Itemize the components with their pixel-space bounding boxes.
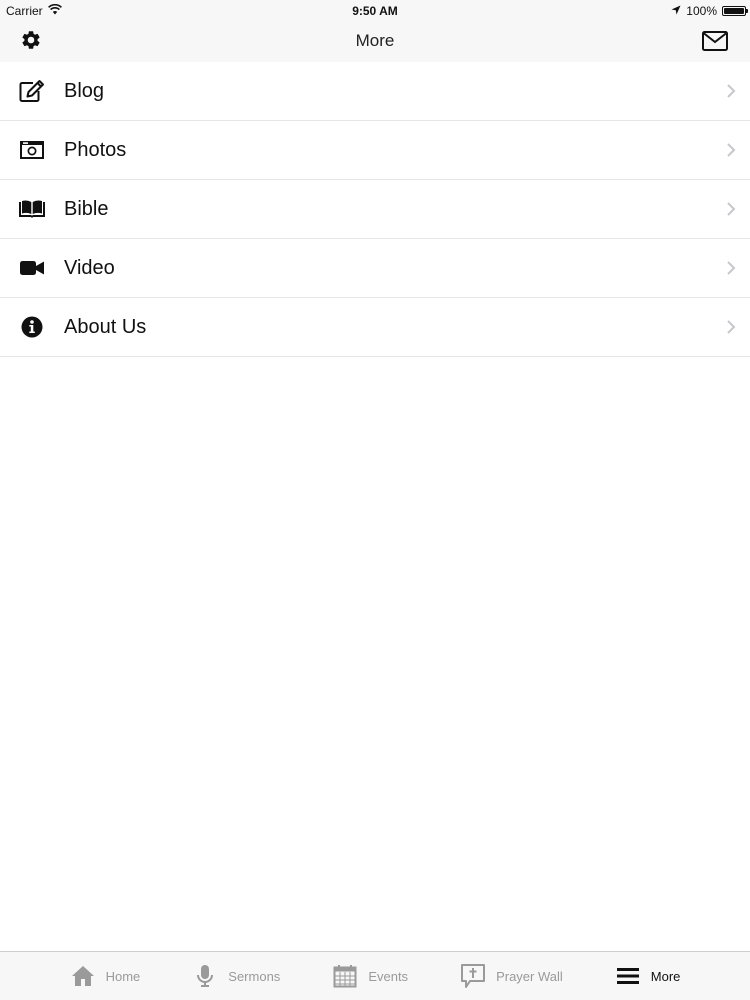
tab-prayer-wall[interactable]: Prayer Wall: [434, 952, 589, 1000]
chevron-right-icon: [726, 83, 736, 99]
tab-label: More: [650, 968, 681, 984]
menu-item-label: Video: [64, 256, 115, 279]
home-icon: [70, 963, 96, 989]
book-icon: [18, 195, 46, 223]
menu-item-bible[interactable]: Bible: [0, 180, 750, 239]
tab-events[interactable]: Events: [306, 952, 434, 1000]
status-right-group: 100%: [671, 4, 748, 18]
navigation-bar: More: [0, 22, 750, 62]
tab-home[interactable]: Home: [44, 952, 167, 1000]
tab-label: Prayer Wall: [496, 968, 563, 984]
menu-icon: [615, 963, 641, 989]
menu-item-video[interactable]: Video: [0, 239, 750, 298]
menu-item-label: Photos: [64, 138, 127, 161]
calendar-icon: [332, 963, 358, 989]
camera-icon: [18, 136, 46, 164]
menu-item-label: Blog: [64, 79, 105, 102]
chevron-right-icon: [726, 319, 736, 335]
status-bar: Carrier 9:50 AM 100%: [0, 0, 750, 22]
mail-button[interactable]: [700, 30, 730, 56]
menu-item-photos[interactable]: Photos: [0, 121, 750, 180]
video-camera-icon: [18, 254, 46, 282]
mail-icon: [702, 30, 728, 56]
battery-percent: 100%: [686, 4, 717, 18]
tab-bar: Home Sermons Events Prayer Wall More: [0, 951, 750, 1000]
chevron-right-icon: [726, 201, 736, 217]
menu-item-blog[interactable]: Blog: [0, 62, 750, 121]
tab-label: Events: [368, 968, 409, 984]
menu-item-about-us[interactable]: About Us: [0, 298, 750, 357]
info-icon: [18, 313, 46, 341]
battery-icon: [722, 6, 748, 16]
tab-label: Home: [105, 968, 141, 984]
tab-label: Sermons: [228, 968, 281, 984]
more-menu-list: Blog Photos Bible Video About Us: [0, 62, 750, 357]
chevron-right-icon: [726, 142, 736, 158]
chevron-right-icon: [726, 260, 736, 276]
edit-icon: [18, 77, 46, 105]
tab-more[interactable]: More: [589, 952, 707, 1000]
status-time: 9:50 AM: [352, 4, 398, 18]
microphone-icon: [192, 963, 218, 989]
more-screen: Carrier 9:50 AM 100% More Blog Photos Bi…: [0, 0, 750, 1000]
tab-sermons[interactable]: Sermons: [166, 952, 306, 1000]
menu-item-label: Bible: [64, 197, 109, 220]
location-arrow-icon: [671, 4, 681, 18]
prayer-bubble-icon: [460, 963, 486, 989]
page-title: More: [355, 31, 395, 50]
menu-item-label: About Us: [64, 315, 147, 338]
